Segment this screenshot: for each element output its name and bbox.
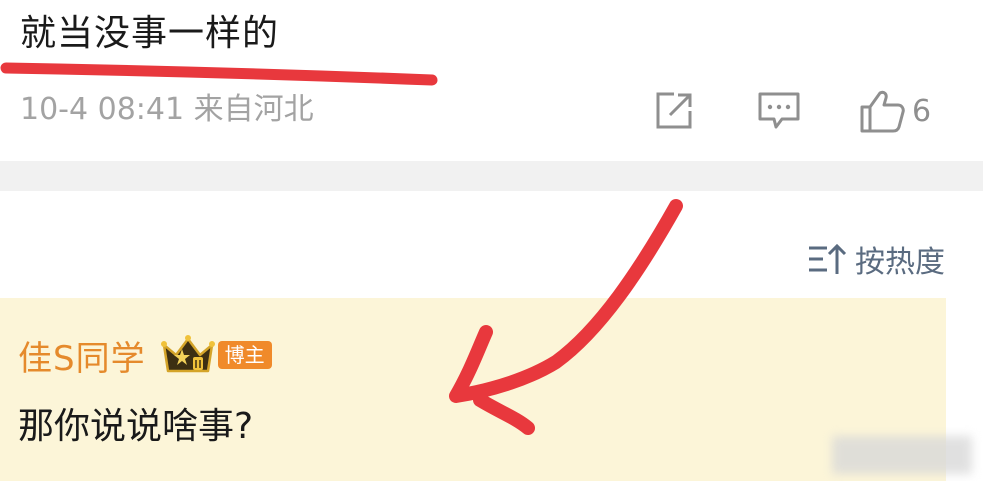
comment-header: 佳S同学 博主 bbox=[18, 331, 272, 380]
red-underline-stroke bbox=[0, 62, 438, 86]
post-meta: 10-4 08:41 来自河北 bbox=[20, 92, 314, 127]
like-count: 6 bbox=[912, 93, 932, 129]
comment-item[interactable]: 佳S同学 博主 那你说说啥事? bbox=[0, 298, 946, 481]
sort-icon bbox=[809, 243, 847, 274]
comment-icon bbox=[758, 92, 800, 129]
blurred-region bbox=[832, 436, 972, 474]
section-divider bbox=[0, 161, 983, 191]
sort-label: 按热度 bbox=[855, 245, 945, 280]
comment-text: 那你说说啥事? bbox=[18, 406, 254, 447]
comment-author[interactable]: 佳S同学 bbox=[18, 331, 146, 380]
share-icon bbox=[656, 92, 692, 129]
author-badge: 博主 bbox=[217, 341, 272, 369]
comment-button[interactable] bbox=[756, 86, 802, 136]
sort-button[interactable]: 按热度 bbox=[807, 236, 945, 282]
crown-icon bbox=[160, 335, 215, 373]
like-icon bbox=[860, 90, 905, 133]
share-button[interactable] bbox=[652, 86, 696, 136]
post-text: 就当没事一样的 bbox=[20, 13, 280, 54]
like-button[interactable]: 6 bbox=[858, 86, 931, 136]
